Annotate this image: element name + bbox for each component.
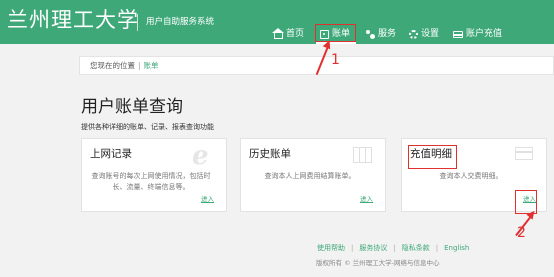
card-history-bills: 历史账单 查询本人上网费用结算账单。 进入	[240, 138, 386, 212]
folded-map-icon	[353, 147, 373, 163]
footer-link-privacy[interactable]: 隐私条款	[402, 244, 430, 253]
card-description: 查询本人交费明细。	[439, 172, 503, 180]
page-title: 用户账单查询	[81, 97, 183, 117]
footer-separator: |	[435, 244, 439, 252]
credit-card-icon	[515, 147, 533, 160]
breadcrumb-separator: |	[138, 61, 141, 70]
nav-item-recharge[interactable]: 账户充值	[453, 24, 502, 44]
card-title: 历史账单	[249, 148, 291, 160]
nav-item-settings[interactable]: 设置	[409, 24, 439, 44]
internet-explorer-icon: e	[192, 141, 209, 171]
card-description: 查询本人上网费用结算账单。	[264, 172, 356, 180]
nav-item-home[interactable]: 首页	[272, 24, 305, 44]
settings-icon	[409, 29, 418, 39]
nav-item-service[interactable]: 服务	[366, 24, 396, 44]
footer-link-agreement[interactable]: 服务协议	[359, 244, 387, 253]
breadcrumb-current[interactable]: 账单	[144, 61, 159, 70]
nav-item-service-label: 服务	[378, 28, 397, 39]
nav-item-home-label: 首页	[286, 28, 305, 39]
nav-item-settings-label: 设置	[421, 28, 440, 39]
top-header: 兰州理工大学 用户自助服务系统 首页 账单 服务 设置 账户充值	[0, 0, 554, 44]
annotation-arrowhead-1	[322, 38, 334, 50]
logo-divider	[137, 14, 138, 31]
footer-separator: |	[393, 244, 396, 252]
card-title: 上网记录	[90, 148, 132, 160]
card-internet-records: 上网记录 e 查询账号的每次上网使用情况，包括时长、流量、终端信息等。 进入	[81, 138, 227, 212]
annotation-step-1: 1	[331, 52, 340, 68]
footer-links: 使用帮助 | 服务协议 | 隐私条款 | English	[317, 244, 469, 253]
recharge-card-icon	[453, 31, 463, 38]
footer-link-help[interactable]: 使用帮助	[317, 244, 345, 253]
annotation-step-2: 2	[517, 225, 526, 241]
system-name: 用户自助服务系统	[146, 17, 215, 27]
copyright: 版权所有 © 兰州理工大学-网络与信息中心	[316, 259, 440, 267]
enter-link[interactable]: 进入	[360, 193, 373, 203]
page-subtitle: 提供各种详细的账单、记录、报表查询功能	[81, 123, 214, 131]
home-icon	[272, 27, 284, 39]
highlight-box-bill-nav	[315, 24, 356, 42]
enter-link[interactable]: 进入	[201, 193, 214, 203]
footer-link-english[interactable]: English	[444, 244, 469, 253]
university-logo[interactable]: 兰州理工大学	[7, 7, 139, 33]
footer-separator: |	[351, 244, 354, 252]
service-icon	[366, 29, 375, 39]
nav-item-recharge-label: 账户充值	[466, 28, 503, 39]
breadcrumb-prefix: 您现在的位置	[90, 61, 135, 70]
card-description: 查询账号的每次上网使用情况，包括时长、流量、终端信息等。	[91, 172, 211, 191]
highlight-box-recharge-title	[408, 145, 457, 169]
